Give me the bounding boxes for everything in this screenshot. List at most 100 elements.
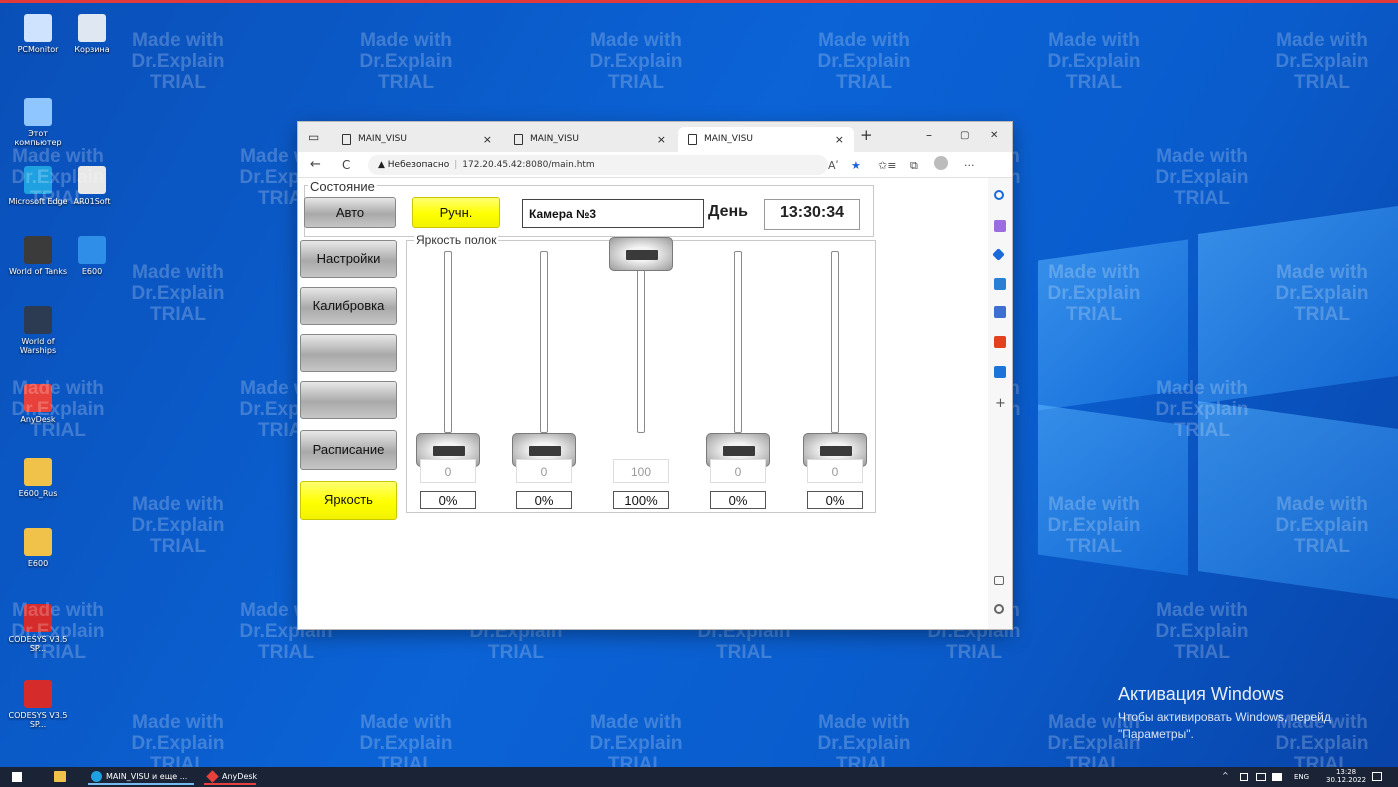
desktop-icon[interactable]: Корзина [62,14,122,54]
brightness-slider-track[interactable] [540,251,548,433]
volume-icon[interactable] [1272,773,1282,781]
tab-actions-icon[interactable]: ▭ [308,130,319,144]
taskbar-item-edge[interactable]: MAIN_VISU и еще ... [88,769,194,785]
brightness-slider-track[interactable] [637,251,645,433]
watermark-line: Dr.Explain [131,515,225,536]
read-aloud-icon[interactable]: Aʹ [828,159,839,172]
desktop-icon[interactable]: E600 [8,528,68,568]
settings-button[interactable]: Настройки [300,240,397,278]
tab-close-icon[interactable]: × [835,133,844,146]
tab-close-icon[interactable]: × [483,133,492,146]
language-indicator[interactable]: ENG [1294,773,1309,781]
desktop-icon[interactable]: World of Tanks [8,236,68,276]
watermark-line: Dr.Explain [131,733,225,754]
reload-button[interactable]: C [342,158,350,172]
close-window-button[interactable]: ✕ [990,130,998,141]
mode-manual-button[interactable]: Ручн. [412,197,500,228]
desktop-icon-label: Корзина [74,45,110,54]
url-field[interactable]: ▲ Небезопасно | 172.20.45.42:8080/main.htm [368,155,828,175]
mode-auto-button[interactable]: Авто [304,197,396,228]
activation-line-1: Чтобы активировать Windows, перейд [1118,710,1331,724]
calibration-button[interactable]: Калибровка [300,287,397,325]
desktop-icon[interactable]: CODESYS V3.5 SP... [8,604,68,653]
office-icon[interactable] [994,336,1006,348]
watermark-line: Made with [818,712,910,733]
not-secure-label[interactable]: ▲ Небезопасно [378,160,449,170]
favorites-icon[interactable]: ✩≡ [878,159,896,172]
brightness-slider-track[interactable] [734,251,742,433]
schedule-button[interactable]: Расписание [300,430,397,470]
shopping-tag-icon[interactable] [992,248,1005,261]
desktop-icon[interactable]: CODESYS V3.5 SP... [8,680,68,729]
games-icon[interactable] [994,306,1006,318]
page-icon [342,134,351,145]
add-app-icon[interactable]: + [995,396,1007,411]
brightness-percent-display: 0% [516,491,572,509]
watermark-line: Dr.Explain [131,283,225,304]
tools-icon[interactable] [994,278,1006,290]
blank-menu-button-2[interactable] [300,381,397,419]
favorite-star-icon[interactable]: ★ [851,159,861,172]
brightness-slider-track[interactable] [444,251,452,433]
tab-main-visu-active[interactable]: MAIN_VISU × [678,127,854,152]
brightness-value-input[interactable]: 0 [420,459,476,483]
desktop-icon[interactable]: E600_Rus [8,458,68,498]
display-icon[interactable] [1256,773,1266,781]
desktop-icon[interactable]: Этот компьютер [8,98,68,147]
brightness-value-input[interactable]: 0 [516,459,572,483]
brightness-percent-display: 0% [807,491,863,509]
watermark-line: Dr.Explain [817,733,911,754]
page-icon [514,134,523,145]
brightness-value-input[interactable]: 100 [613,459,669,483]
desktop-icon-label: World of Warships [19,337,57,355]
more-menu-icon[interactable]: ··· [964,159,975,172]
brightness-slider-track[interactable] [831,251,839,433]
screen-top-border [0,0,1398,3]
tab-close-icon[interactable]: × [657,133,666,146]
desktop-icon[interactable]: World of Warships [8,306,68,355]
tray-chevron-icon[interactable]: ^ [1222,771,1229,780]
trial-watermark: Made withDr.ExplainTRIAL [346,712,466,775]
watermark-line: Dr.Explain [1047,51,1141,72]
watermark-line: TRIAL [716,642,772,663]
brightness-button[interactable]: Яркость [300,481,397,520]
minimize-button[interactable]: – [926,128,932,142]
maximize-button[interactable]: ▢ [960,130,969,141]
desktop-icon[interactable]: AR01Soft [62,166,122,206]
brightness-value-input[interactable]: 0 [710,459,766,483]
notifications-icon[interactable] [1372,772,1382,781]
copilot-icon[interactable] [994,220,1006,232]
tray-clock[interactable]: 13:28 30.12.2022 [1326,768,1366,784]
browser-window: ▭ MAIN_VISU × MAIN_VISU × MAIN_VISU × + … [297,121,1013,630]
codesys-icon [24,604,52,632]
back-button[interactable]: ← [310,157,321,172]
collections-icon[interactable]: ⧉ [910,159,918,173]
brightness-value-input[interactable]: 0 [807,459,863,483]
file-explorer-icon[interactable] [54,771,66,782]
tab-main-visu-2[interactable]: MAIN_VISU × [504,127,676,152]
new-tab-button[interactable]: + [860,126,873,144]
outlook-icon[interactable] [994,366,1006,378]
windows-start-icon[interactable] [12,772,22,782]
watermark-line: Dr.Explain [589,51,683,72]
network-icon[interactable] [1240,773,1248,781]
watermark-line: Dr.Explain [817,51,911,72]
desktop-icon[interactable]: AnyDesk [8,384,68,424]
brightness-percent-display: 0% [710,491,766,509]
url-text: 172.20.45.42:8080/main.htm [462,160,595,170]
search-icon[interactable] [994,190,1004,200]
blank-menu-button-1[interactable] [300,334,397,372]
brightness-slider-knob[interactable] [609,237,673,271]
desktop-icon[interactable]: E600 [62,236,122,276]
profile-avatar[interactable] [934,156,948,170]
hide-sidebar-icon[interactable] [994,576,1004,585]
folder-icon [24,458,52,486]
gear-icon[interactable] [994,604,1004,614]
tab-title: MAIN_VISU [530,134,579,144]
watermark-line: Made with [818,30,910,51]
desktop-icon[interactable]: Microsoft Edge [8,166,68,206]
taskbar-item-anydesk[interactable]: AnyDesk [204,769,257,785]
desktop-icon[interactable]: PCMonitor [8,14,68,54]
tab-main-visu-1[interactable]: MAIN_VISU × [332,127,502,152]
watermark-line: Made with [132,494,224,515]
